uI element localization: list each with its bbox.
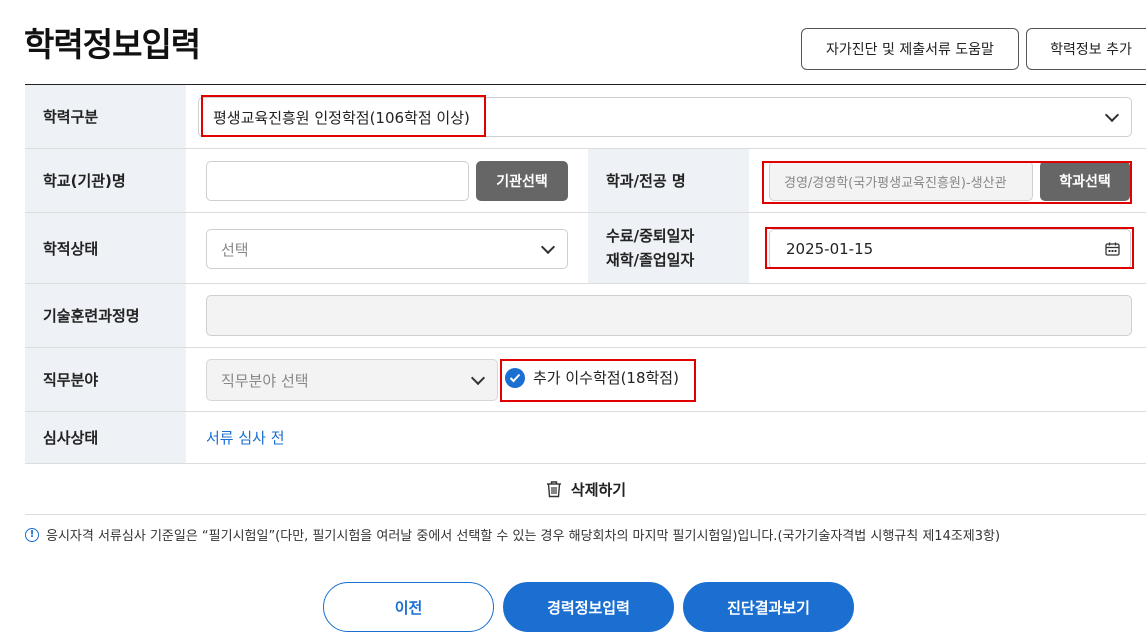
trash-icon	[545, 480, 563, 498]
delete-label: 삭제하기	[570, 480, 627, 499]
career-input-button[interactable]: 경력정보입력	[503, 582, 674, 632]
job-field-select[interactable]: 직무분야 선택	[206, 359, 498, 401]
school-label: 학교(기관)명	[25, 149, 186, 212]
date-label-line2: 재학/졸업일자	[606, 251, 695, 269]
chevron-down-icon	[470, 370, 486, 386]
select-institution-button[interactable]: 기관선택	[476, 161, 568, 201]
education-type-label: 학력구분	[25, 85, 186, 148]
check-icon	[505, 367, 525, 388]
training-label: 기술훈련과정명	[25, 284, 186, 347]
school-input[interactable]	[206, 161, 469, 201]
notice: ! 응시자격 서류심사 기준일은 “필기시험일”(다만, 필기시험을 여러날 중…	[25, 525, 1000, 544]
view-result-button[interactable]: 진단결과보기	[683, 582, 854, 632]
training-input[interactable]	[206, 295, 1132, 336]
chevron-down-icon	[540, 239, 556, 255]
review-status: 서류 심사 전	[206, 429, 285, 447]
major-value: 경영/경영학(국가평생교육진흥원)-생산관	[784, 175, 1007, 191]
calendar-icon[interactable]	[1105, 242, 1120, 256]
status-value: 선택	[221, 240, 249, 259]
delete-button[interactable]: 삭제하기	[25, 464, 1146, 515]
major-input[interactable]: 경영/경영학(국가평생교육진흥원)-생산관	[769, 161, 1033, 201]
row-school-major: 학교(기관)명 기관선택 학과/전공 명 경영/경영학(국가평생교육진흥원)-생…	[25, 149, 1146, 213]
prev-button[interactable]: 이전	[323, 582, 494, 632]
date-label: 수료/중퇴일자 재학/졸업일자	[588, 213, 749, 283]
row-education-type: 학력구분 평생교육진흥원 인정학점(106학점 이상)	[25, 85, 1146, 149]
education-type-value: 평생교육진흥원 인정학점(106학점 이상)	[213, 108, 470, 127]
job-field-label: 직무분야	[25, 348, 186, 411]
date-input[interactable]: 2025-01-15	[769, 229, 1131, 269]
major-label: 학과/전공 명	[588, 149, 749, 212]
status-select[interactable]: 선택	[206, 229, 568, 269]
date-value: 2025-01-15	[786, 240, 874, 258]
page-title: 학력정보입력	[24, 25, 201, 64]
extra-credits-checkbox[interactable]: 추가 이수학점(18학점)	[505, 367, 679, 388]
row-status-date: 학적상태 선택 수료/중퇴일자 재학/졸업일자 2025-01-15	[25, 213, 1146, 284]
job-field-value: 직무분야 선택	[221, 371, 309, 390]
row-job-field: 직무분야 직무분야 선택 추가 이수학점(18학점)	[25, 348, 1146, 412]
select-major-button[interactable]: 학과선택	[1040, 161, 1130, 201]
date-label-line1: 수료/중퇴일자	[606, 227, 695, 245]
extra-credits-label: 추가 이수학점(18학점)	[533, 369, 679, 387]
status-label: 학적상태	[25, 213, 186, 283]
chevron-down-icon	[1104, 107, 1120, 123]
row-training: 기술훈련과정명	[25, 284, 1146, 348]
education-form: 학력구분 평생교육진흥원 인정학점(106학점 이상) 학교(기관)명 기관선택…	[25, 84, 1146, 464]
review-label: 심사상태	[25, 412, 186, 463]
row-review: 심사상태 서류 심사 전	[25, 412, 1146, 464]
education-type-select[interactable]: 평생교육진흥원 인정학점(106학점 이상)	[198, 97, 1132, 137]
notice-text: 응시자격 서류심사 기준일은 “필기시험일”(다만, 필기시험을 여러날 중에서…	[46, 529, 1001, 544]
info-icon: !	[25, 527, 39, 542]
help-button[interactable]: 자가진단 및 제출서류 도움말	[801, 28, 1019, 70]
add-education-button[interactable]: 학력정보 추가	[1026, 28, 1146, 70]
